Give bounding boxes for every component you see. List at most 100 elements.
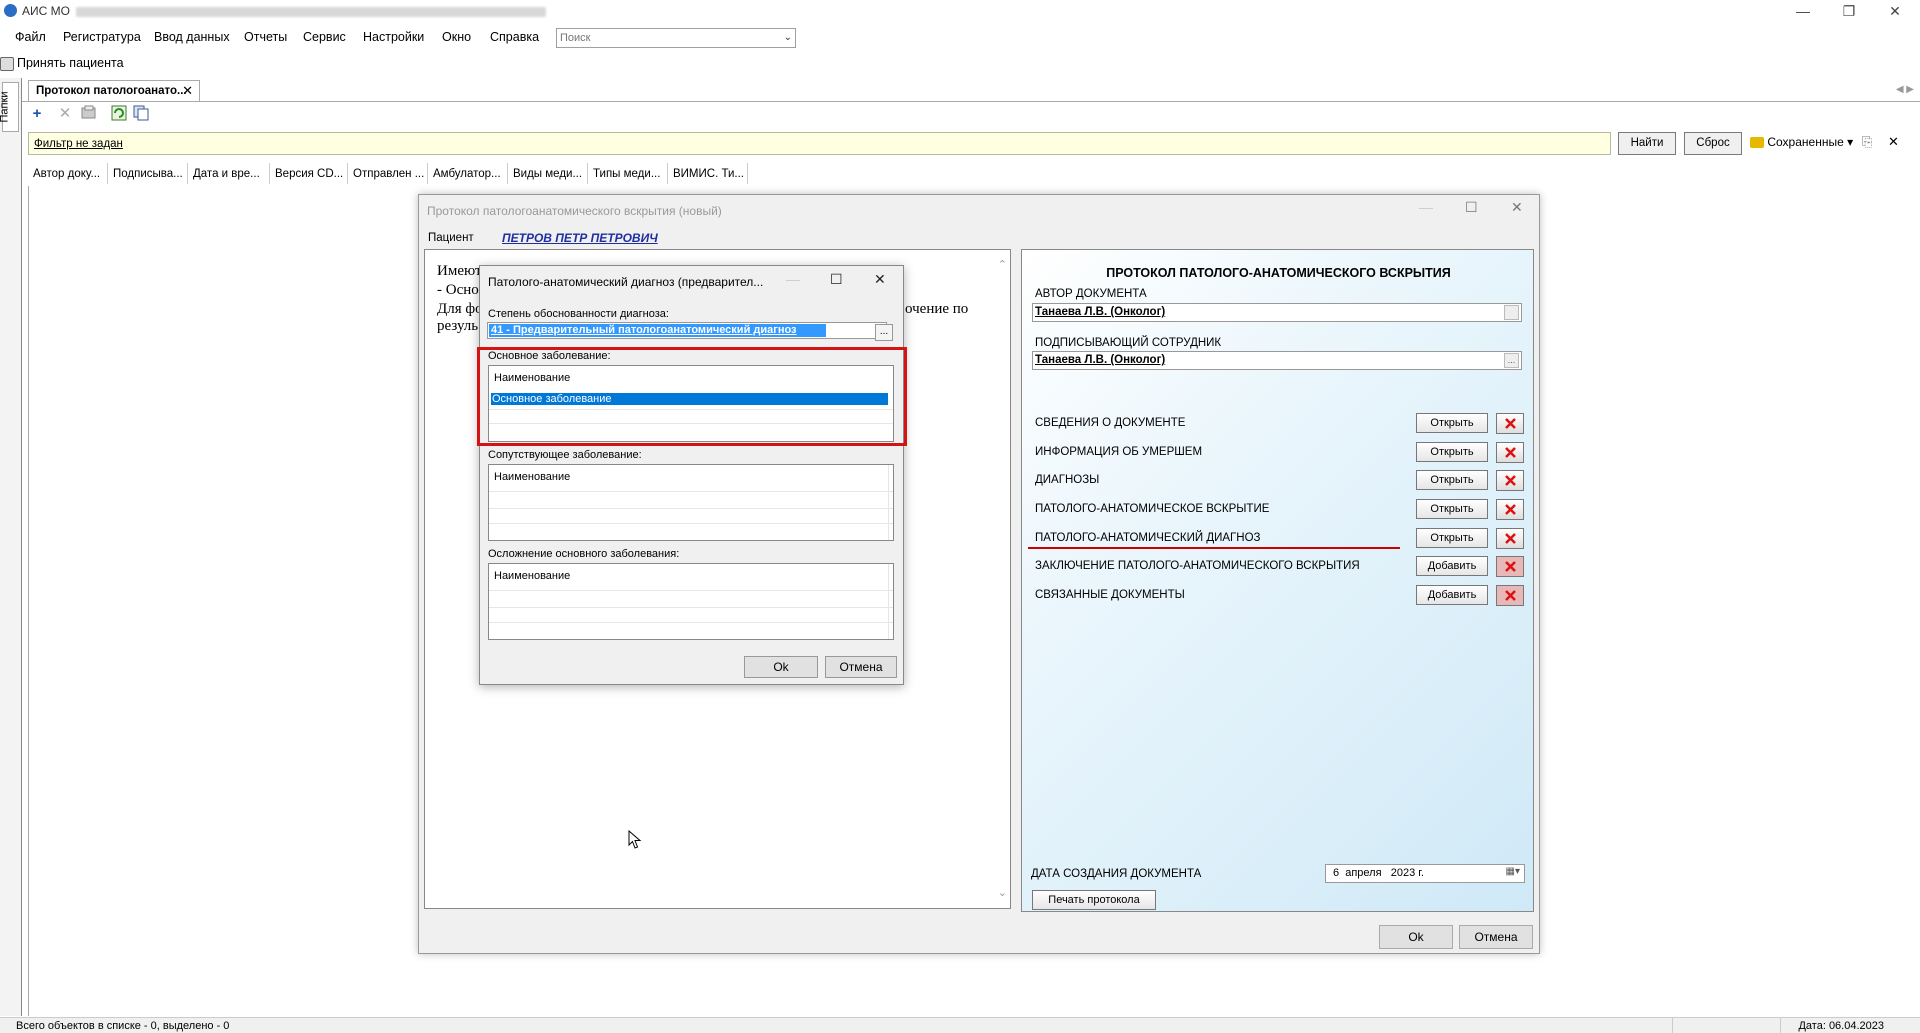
refresh-icon[interactable] [110,105,128,123]
chevron-down-icon[interactable]: ⌄ [784,32,792,43]
column-header[interactable]: Версия CD... [270,163,348,184]
open-button[interactable]: Открыть [1416,528,1488,548]
patient-name-link[interactable]: ПЕТРОВ ПЕТР ПЕТРОВИЧ [502,231,658,245]
close-icon[interactable]: ✕ [874,271,886,288]
degree-lookup-button[interactable]: ... [875,324,893,341]
folder-strip: Папки [0,78,22,1016]
menu-settings[interactable]: Настройки [363,30,424,44]
chevron-down-icon: ▾ [1847,135,1854,149]
menu-reports[interactable]: Отчеты [244,30,287,44]
find-button[interactable]: Найти [1618,132,1676,155]
folders-tab-label: Папки [0,91,11,123]
filter-link[interactable]: Фильтр не задан [34,138,123,150]
minimize-icon[interactable]: — [786,271,800,287]
lookup-icon[interactable]: ... [1504,353,1519,368]
delete-button[interactable] [1496,585,1524,606]
menu-registry[interactable]: Регистратура [63,30,141,44]
delete-icon[interactable]: ✕ [56,105,74,123]
reset-button[interactable]: Сброс [1684,132,1742,155]
tab-protocol[interactable]: Протокол патологоанато... ✕ [28,80,200,101]
menu-file[interactable]: Файл [15,30,46,44]
open-button[interactable]: Открыть [1416,442,1488,462]
delete-button[interactable] [1496,556,1524,577]
maximize-icon[interactable]: ☐ [830,271,843,288]
menu-data-input[interactable]: Ввод данных [154,30,230,44]
column-header[interactable]: Типы меди... [588,163,668,184]
scroll-up-icon[interactable]: ⌃ [998,258,1007,271]
menu-service[interactable]: Сервис [303,30,346,44]
edit-icon[interactable] [80,105,98,123]
add-button[interactable]: Добавить [1416,585,1488,605]
tab-close-icon[interactable]: ✕ [182,83,193,99]
text-line: Для фо [437,301,483,317]
degree-value: 41 - Предварительный патологоанатомическ… [489,324,826,337]
title-bar: АИС МО — ❐ ✕ [0,0,1920,22]
menu-window[interactable]: Окно [442,30,471,44]
date-picker[interactable]: 6 апреля 2023 г. ▦▾ [1325,864,1525,883]
section-label: ЗАКЛЮЧЕНИЕ ПАТОЛОГО-АНАТОМИЧЕСКОГО ВСКРЫ… [1035,560,1360,572]
status-bar: Всего объектов в списке - 0, выделено - … [0,1017,1920,1033]
delete-button[interactable] [1496,528,1524,549]
calendar-icon[interactable]: ▦▾ [1506,866,1520,877]
menu-help[interactable]: Справка [490,30,539,44]
tab-protocol-label: Протокол патологоанато... [36,85,187,97]
date-value: 6 апреля 2023 г. [1333,867,1424,879]
close-filter-icon[interactable]: ✕ [1888,134,1899,150]
restore-icon[interactable]: ❐ [1826,0,1872,22]
tab-divider [22,101,1920,102]
grid-line [489,607,893,608]
signer-field[interactable]: Танаева Л.В. (Онколог)... [1032,351,1522,370]
close-icon[interactable]: ✕ [1511,199,1523,216]
degree-label: Степень обоснованности диагноза: [488,308,669,320]
ok-button[interactable]: Ok [1379,925,1453,949]
column-header[interactable]: Амбулатор... [428,163,508,184]
add-button[interactable]: Добавить [1416,556,1488,576]
open-button[interactable]: Открыть [1416,413,1488,433]
delete-icon [1505,504,1516,515]
close-icon[interactable]: ✕ [1872,0,1918,22]
column-header[interactable]: Отправлен ... [348,163,428,184]
tab-scroll-icons[interactable]: ◀ ▶ [1896,84,1914,95]
complication-grid[interactable]: Наименование [488,563,894,640]
delete-button[interactable] [1496,470,1524,491]
pin-icon[interactable]: ⎘ [1862,134,1872,150]
cancel-button[interactable]: Отмена [1459,925,1533,949]
diagnosis-dialog-title: Патолого-анатомический диагноз (предвари… [488,275,764,289]
search-input[interactable] [557,29,767,47]
column-header[interactable]: Подписыва... [108,163,188,184]
ok-button[interactable]: Ok [744,656,818,678]
cancel-button[interactable]: Отмена [825,656,897,678]
menu-bar: Файл Регистратура Ввод данных Отчеты Сер… [0,26,1920,50]
column-header[interactable]: Автор доку... [28,163,108,184]
degree-field[interactable]: 41 - Предварительный патологоанатомическ… [487,322,887,339]
scroll-down-icon[interactable]: ⌄ [998,886,1007,899]
open-button[interactable]: Открыть [1416,499,1488,519]
accept-patient-button[interactable]: Принять пациента [0,56,124,71]
lookup-icon[interactable] [1504,305,1519,320]
concomitant-grid[interactable]: Наименование [488,464,894,541]
maximize-icon[interactable]: ☐ [1465,199,1478,216]
print-protocol-button[interactable]: Печать протокола [1032,890,1156,910]
open-button[interactable]: Открыть [1416,470,1488,490]
search-box[interactable]: ⌄ [556,28,796,48]
add-icon[interactable]: + [28,105,46,123]
column-header[interactable]: Виды меди... [508,163,588,184]
text-line: резуль [437,318,479,334]
minimize-icon[interactable]: — [1419,199,1433,215]
delete-button[interactable] [1496,413,1524,434]
author-label: АВТОР ДОКУМЕНТА [1035,288,1147,300]
author-field[interactable]: Танаева Л.В. (Онколог) [1032,303,1522,322]
column-header[interactable]: Дата и вре... [188,163,270,184]
saved-filters-dropdown[interactable]: Сохраненные ▾ [1750,135,1853,149]
accept-patient-label: Принять пациента [17,56,124,70]
delete-button[interactable] [1496,442,1524,463]
date-label: ДАТА СОЗДАНИЯ ДОКУМЕНТА [1031,868,1202,880]
column-header[interactable]: ВИМИС. Ти... [668,163,748,184]
highlight-box [477,347,907,446]
complication-label: Осложнение основного заболевания: [488,548,680,560]
delete-button[interactable] [1496,499,1524,520]
folders-tab[interactable]: Папки [0,82,19,132]
copy-icon[interactable] [132,105,150,123]
minimize-icon[interactable]: — [1780,0,1826,22]
diagnosis-dialog: Патолого-анатомический диагноз (предвари… [479,265,904,685]
